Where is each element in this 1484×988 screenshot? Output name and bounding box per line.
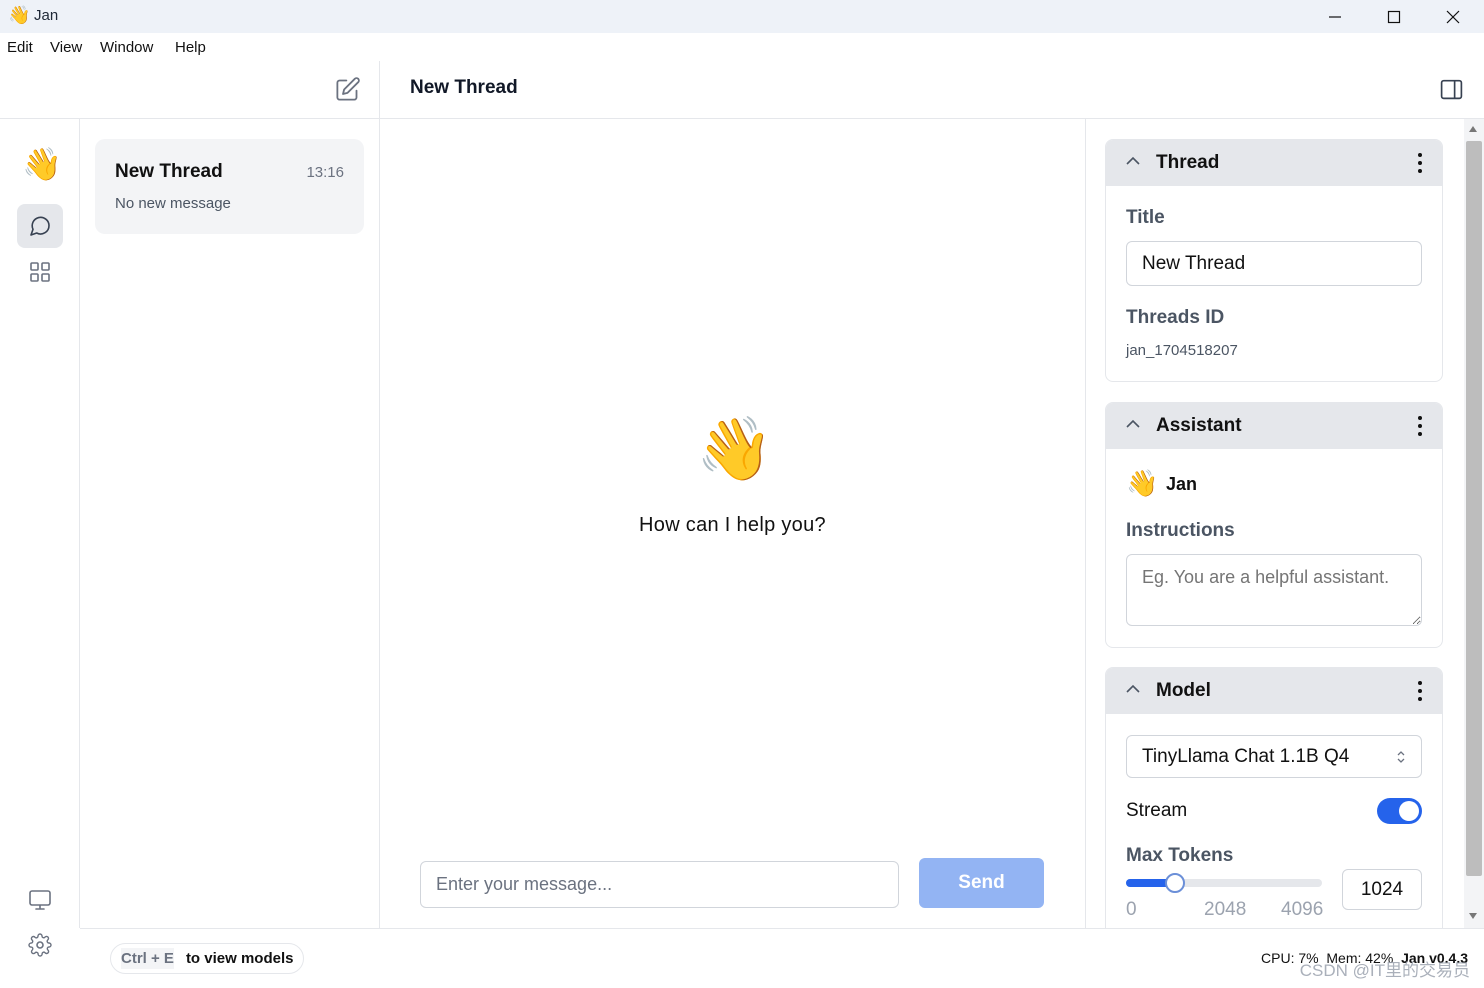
thread-list-item[interactable]: New Thread 13:16 No new message: [95, 139, 364, 234]
welcome-text: How can I help you?: [639, 514, 826, 536]
nav-hub[interactable]: [17, 250, 63, 294]
window-title: Jan: [34, 7, 59, 24]
close-button[interactable]: [1424, 0, 1482, 33]
model-card-title: Model: [1156, 680, 1211, 701]
chevron-up-icon: [1126, 156, 1140, 165]
page-title: New Thread: [410, 77, 518, 98]
toggle-right-panel-button[interactable]: [1439, 77, 1464, 102]
maximize-icon: [1387, 10, 1401, 23]
maximize-button[interactable]: [1365, 0, 1423, 33]
model-select-value: TinyLlama Chat 1.1B Q4: [1142, 745, 1350, 767]
instructions-label: Instructions: [1126, 520, 1235, 541]
slider-max-label: 4096: [1281, 899, 1324, 920]
slider-mid-label: 2048: [1204, 899, 1247, 920]
instructions-textarea[interactable]: [1126, 554, 1422, 626]
thread-title-input[interactable]: New Thread: [1126, 241, 1422, 286]
more-options-icon[interactable]: [1414, 153, 1426, 175]
minimize-icon: [1329, 15, 1341, 18]
grid-icon: [30, 262, 50, 282]
welcome-emoji: 👋: [696, 415, 774, 484]
toggle-knob: [1399, 801, 1419, 821]
minimize-button[interactable]: [1306, 0, 1364, 33]
slider-min-label: 0: [1126, 899, 1137, 920]
nav-settings[interactable]: [17, 923, 63, 967]
nav-chat[interactable]: [17, 204, 63, 248]
app-logo: 👋: [22, 146, 62, 182]
assistant-card-header[interactable]: Assistant: [1106, 403, 1442, 449]
thread-id-label: Threads ID: [1126, 307, 1225, 328]
max-tokens-label: Max Tokens: [1126, 845, 1234, 866]
chevron-up-icon: [1126, 419, 1140, 428]
main-header: [380, 61, 1484, 119]
max-tokens-input[interactable]: 1024: [1342, 869, 1422, 910]
scrollbar-thumb[interactable]: [1466, 141, 1482, 876]
sidebar-panel-icon: [1440, 79, 1463, 100]
close-icon: [1446, 10, 1460, 23]
menu-help[interactable]: Help: [175, 39, 206, 56]
send-button[interactable]: Send: [919, 858, 1044, 908]
thread-card-title: Thread: [1156, 152, 1220, 173]
thread-time: 13:16: [306, 164, 344, 181]
thread-title: New Thread: [115, 161, 223, 182]
scroll-down-arrow-icon[interactable]: [1468, 912, 1478, 920]
stream-label: Stream: [1126, 800, 1188, 821]
keyboard-shortcut: Ctrl + E: [121, 948, 174, 969]
thread-list-header: [0, 61, 380, 119]
more-options-icon[interactable]: [1414, 681, 1426, 703]
thread-id-value: jan_1704518207: [1126, 342, 1238, 359]
assistant-avatar: 👋: [1126, 468, 1159, 498]
app-icon: 👋: [8, 5, 31, 25]
gear-icon: [28, 933, 52, 957]
shortcut-hint-text: to view models: [185, 950, 294, 967]
chevron-up-icon: [1126, 684, 1140, 693]
edit-icon: [336, 77, 360, 101]
thread-list: [80, 119, 380, 928]
title-label: Title: [1126, 207, 1165, 228]
menu-bar: Edit View Window Help: [0, 33, 1484, 61]
watermark: CSDN @IT里的交易员: [1299, 961, 1470, 980]
assistant-name: Jan: [1166, 474, 1198, 494]
new-thread-button[interactable]: [334, 76, 361, 103]
monitor-icon: [29, 890, 51, 910]
nav-system-monitor[interactable]: [17, 878, 63, 922]
window-titlebar: 👋 Jan: [0, 0, 1484, 33]
model-select[interactable]: TinyLlama Chat 1.1B Q4: [1126, 735, 1422, 778]
thread-preview: No new message: [115, 195, 231, 212]
assistant-card-title: Assistant: [1156, 415, 1242, 436]
stream-toggle[interactable]: [1377, 798, 1422, 824]
model-card-header[interactable]: Model: [1106, 668, 1442, 714]
message-input[interactable]: [420, 861, 899, 908]
shortcut-hint: Ctrl + E to view models: [110, 943, 305, 974]
thread-card-header[interactable]: Thread: [1106, 140, 1442, 186]
menu-edit[interactable]: Edit: [7, 39, 33, 56]
menu-window[interactable]: Window: [100, 39, 153, 56]
chevron-updown-icon: [1397, 750, 1405, 763]
menu-view[interactable]: View: [50, 39, 82, 56]
scroll-up-arrow-icon[interactable]: [1468, 125, 1478, 133]
chat-bubble-icon: [30, 216, 50, 236]
more-options-icon[interactable]: [1414, 416, 1426, 438]
max-tokens-slider-handle[interactable]: [1165, 873, 1185, 893]
